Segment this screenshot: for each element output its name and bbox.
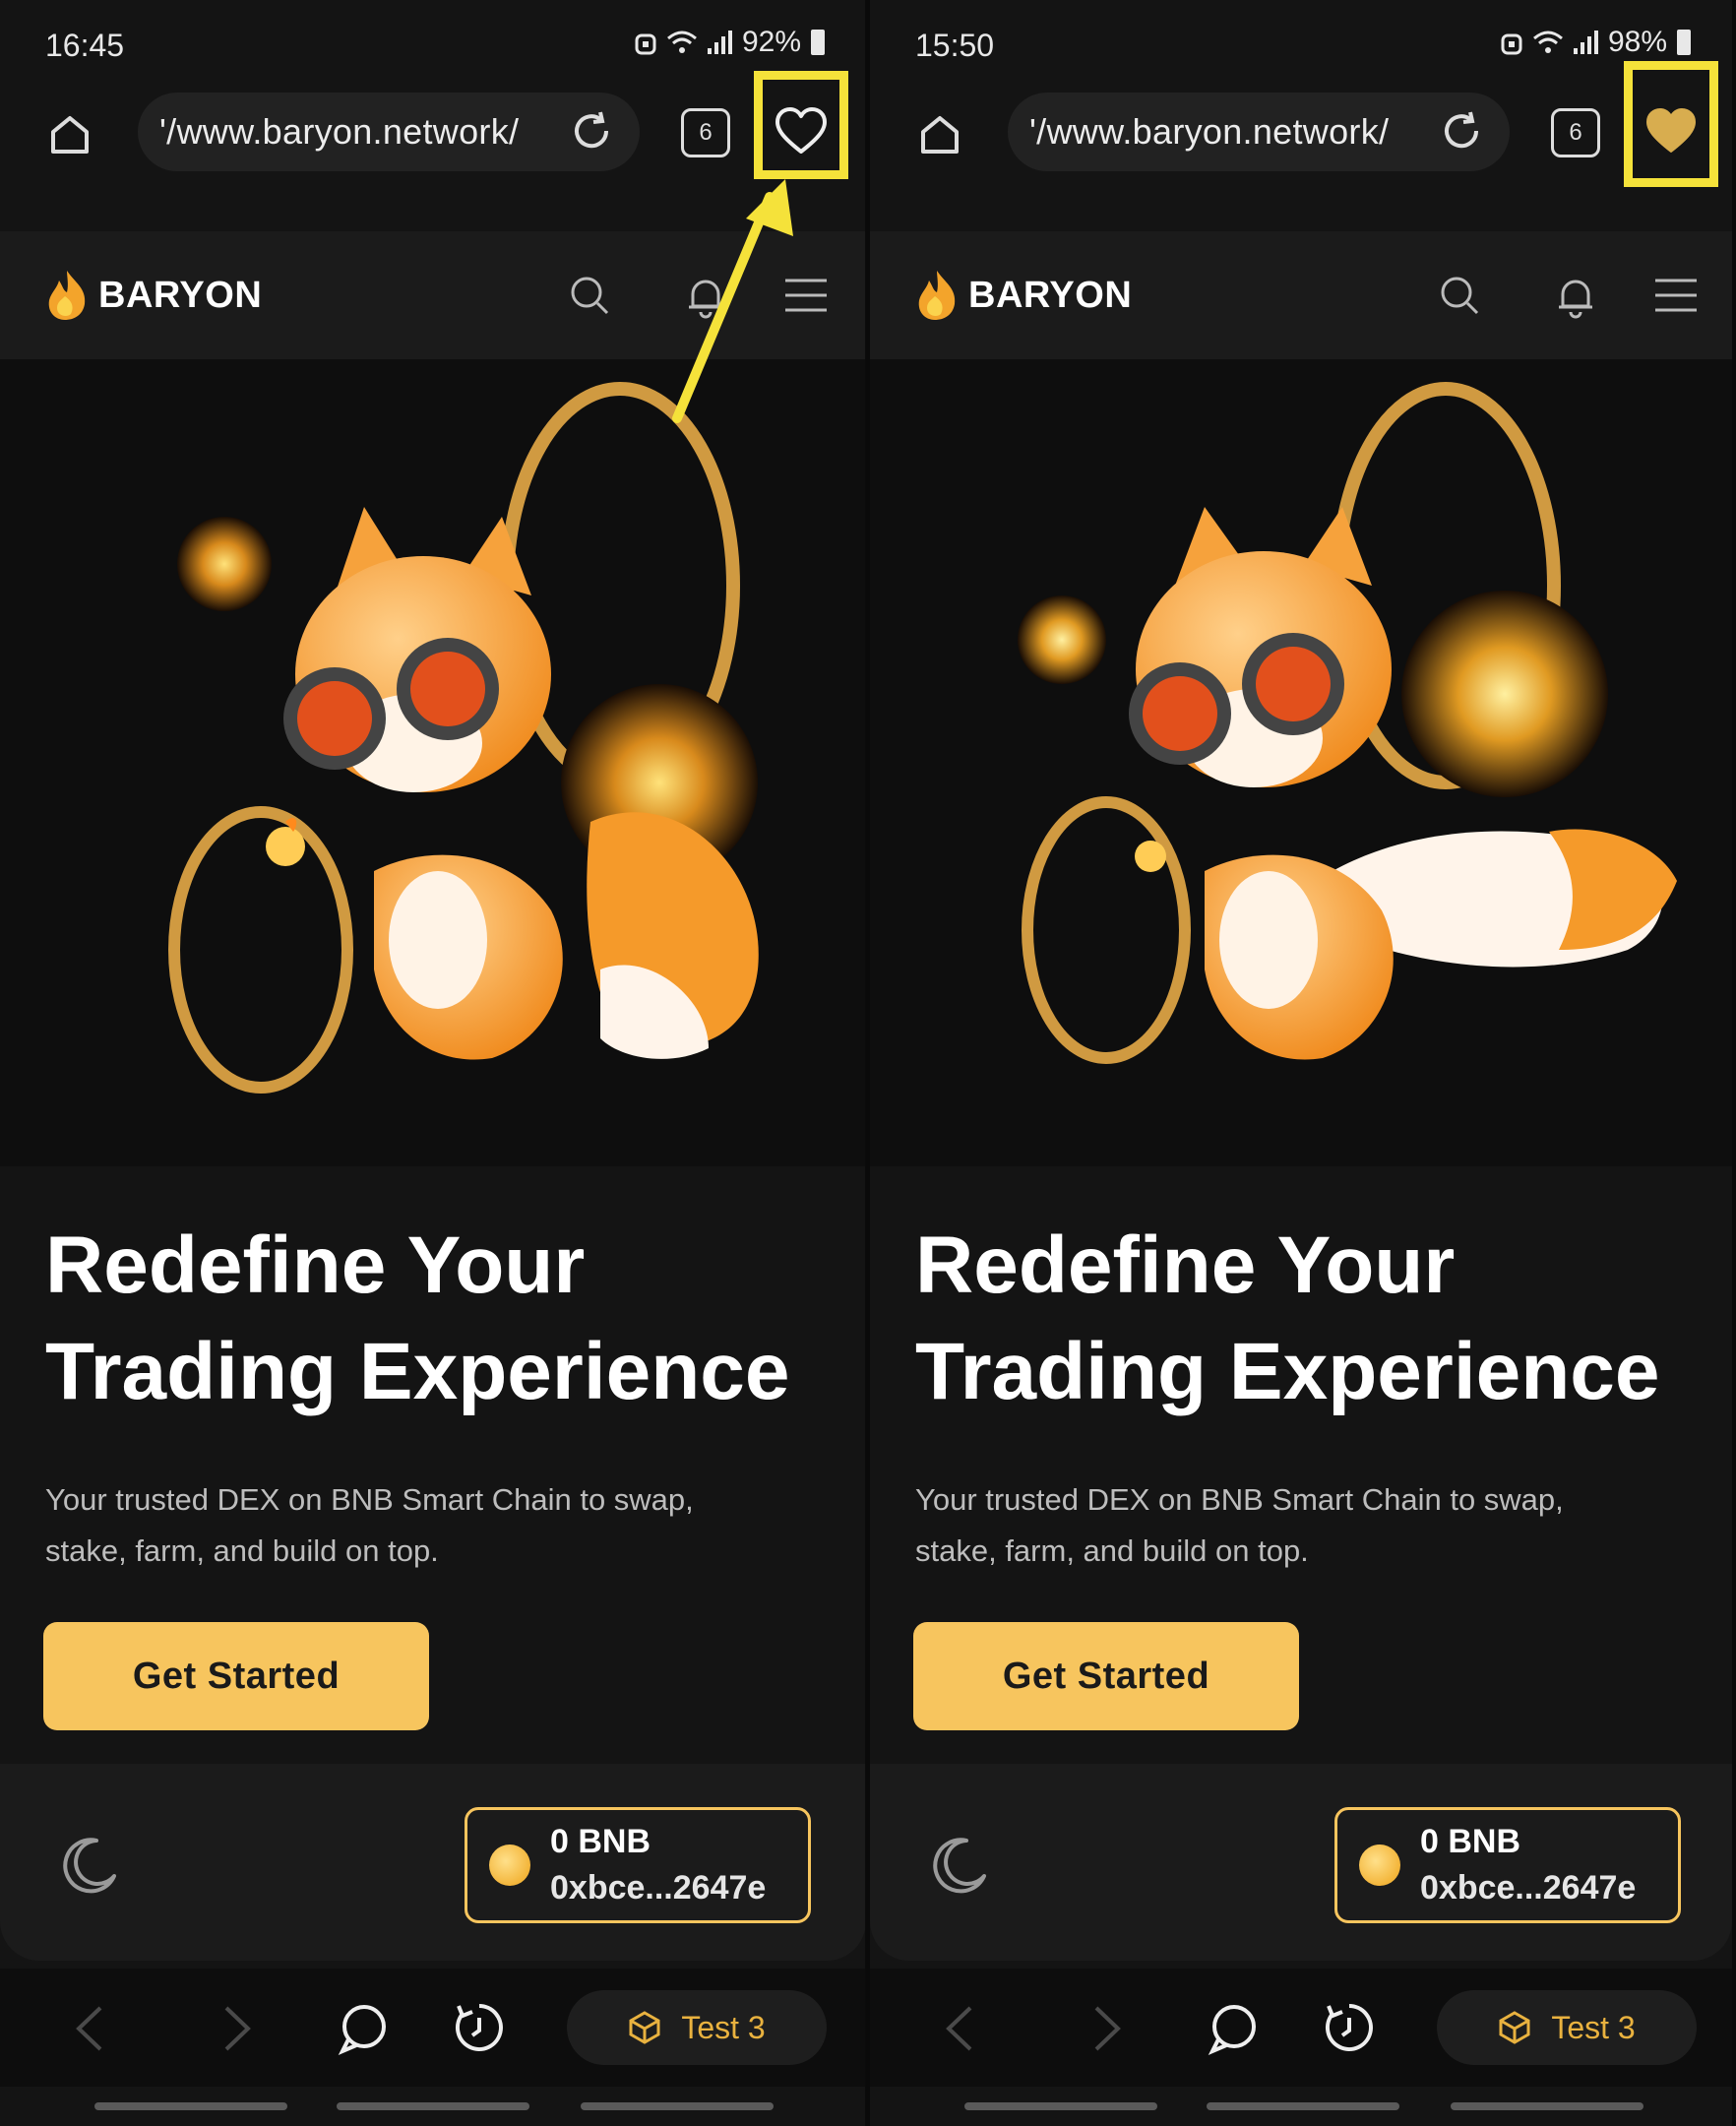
hero-headline: Redefine Your Trading Experience: [45, 1213, 852, 1425]
address-bar[interactable]: '/www.baryon.network/: [1008, 93, 1510, 171]
gesture-bar: [1207, 2102, 1399, 2110]
back-arrow-icon[interactable]: [935, 2000, 992, 2057]
site-footer-bar: 0 BNB 0xbce...2647e: [870, 1764, 1732, 1961]
chat-icon[interactable]: [335, 2000, 392, 2057]
hero-illustration: [870, 359, 1732, 1166]
subtext-line-1: Your trusted DEX on BNB Smart Chain to s…: [45, 1482, 694, 1517]
logo[interactable]: BARYON: [45, 269, 262, 322]
browser-toolbar: '/www.baryon.network/ 6: [870, 89, 1732, 236]
status-time: 15:50: [915, 28, 995, 63]
forward-arrow-icon[interactable]: [205, 2000, 262, 2057]
wallet-address: 0xbce...2647e: [1420, 1869, 1637, 1907]
flame-logo-icon: [48, 271, 86, 320]
tab-count: 6: [699, 119, 713, 146]
get-started-button[interactable]: Get Started: [43, 1622, 429, 1730]
home-icon[interactable]: [45, 110, 94, 159]
pointer-arrow-icon: [672, 179, 793, 423]
tab-switcher-button[interactable]: 6: [1551, 108, 1600, 157]
browser-bottom-nav: Test 3: [0, 1969, 866, 2087]
bnb-coin-icon: [1359, 1845, 1400, 1886]
chat-icon[interactable]: [1205, 2000, 1262, 2057]
battery-percent: 92%: [741, 26, 801, 58]
history-icon[interactable]: [451, 2000, 508, 2057]
url-text: '/www.baryon.network/: [159, 111, 520, 152]
battery-icon: [811, 30, 825, 55]
screen-before: 16:45 92% '/www.baryon.network/ 6 BARYON: [0, 0, 866, 2126]
flame-logo-icon: [918, 271, 956, 320]
profile-label: Test 3: [681, 2009, 766, 2045]
profile-button[interactable]: Test 3: [567, 1990, 827, 2065]
fox-mascot-illustration: [1018, 382, 1677, 1064]
back-arrow-icon[interactable]: [65, 2000, 122, 2057]
status-icons: 92%: [635, 26, 825, 59]
hero-subtext: Your trusted DEX on BNB Smart Chain to s…: [45, 1474, 833, 1577]
hero-subtext: Your trusted DEX on BNB Smart Chain to s…: [915, 1474, 1703, 1577]
status-bar: 15:50 98%: [870, 0, 1732, 89]
logo[interactable]: BARYON: [915, 269, 1132, 322]
screenshot-comparison: 16:45 92% '/www.baryon.network/ 6 BARYON: [0, 0, 1736, 2126]
fox-mascot-illustration: [168, 382, 759, 1094]
alarm-icon: [635, 33, 656, 55]
highlight-box: [754, 71, 848, 179]
subtext-line-2: stake, farm, and build on top.: [915, 1533, 1309, 1568]
status-time: 16:45: [45, 28, 125, 63]
site-header: BARYON: [870, 231, 1732, 359]
reload-icon[interactable]: [569, 108, 614, 154]
search-icon[interactable]: [1435, 271, 1484, 320]
address-bar[interactable]: '/www.baryon.network/: [138, 93, 640, 171]
cube-profile-icon: [629, 2011, 660, 2044]
gesture-bar: [581, 2102, 774, 2110]
wallet-button[interactable]: 0 BNB 0xbce...2647e: [1334, 1807, 1681, 1923]
wallet-button[interactable]: 0 BNB 0xbce...2647e: [465, 1807, 811, 1923]
menu-icon[interactable]: [1651, 271, 1701, 320]
headline-line-1: Redefine Your: [915, 1220, 1456, 1310]
headline-line-1: Redefine Your: [45, 1220, 586, 1310]
gesture-bar: [337, 2102, 529, 2110]
gesture-bar: [94, 2102, 287, 2110]
headline-line-2: Trading Experience: [45, 1327, 790, 1416]
status-icons: 98%: [1501, 26, 1691, 59]
profile-button[interactable]: Test 3: [1437, 1990, 1697, 2065]
hero-headline: Redefine Your Trading Experience: [915, 1213, 1722, 1425]
moon-icon[interactable]: [927, 1835, 990, 1898]
wallet-balance: 0 BNB: [1420, 1823, 1521, 1860]
battery-icon: [1677, 30, 1691, 55]
battery-percent: 98%: [1607, 26, 1667, 58]
alarm-icon: [1501, 33, 1522, 55]
wallet-address: 0xbce...2647e: [550, 1869, 767, 1907]
tab-switcher-button[interactable]: 6: [681, 108, 730, 157]
signal-icon: [1573, 31, 1598, 54]
history-icon[interactable]: [1321, 2000, 1378, 2057]
headline-line-2: Trading Experience: [915, 1327, 1660, 1416]
reload-icon[interactable]: [1439, 108, 1484, 154]
profile-label: Test 3: [1551, 2009, 1636, 2045]
bnb-coin-icon: [489, 1845, 530, 1886]
forward-arrow-icon[interactable]: [1075, 2000, 1132, 2057]
wifi-icon: [1532, 31, 1563, 53]
home-icon[interactable]: [915, 110, 964, 159]
wifi-icon: [666, 31, 697, 53]
logo-text: BARYON: [968, 274, 1133, 316]
url-text: '/www.baryon.network/: [1029, 111, 1390, 152]
tab-count: 6: [1569, 119, 1582, 146]
site-footer-bar: 0 BNB 0xbce...2647e: [0, 1764, 866, 1961]
cube-profile-icon: [1499, 2011, 1530, 2044]
search-icon[interactable]: [565, 271, 614, 320]
wallet-balance: 0 BNB: [550, 1823, 651, 1860]
highlight-box: [1624, 61, 1718, 187]
moon-icon[interactable]: [57, 1835, 120, 1898]
signal-icon: [707, 31, 732, 54]
gesture-bar: [1451, 2102, 1643, 2110]
get-started-button[interactable]: Get Started: [913, 1622, 1299, 1730]
logo-text: BARYON: [98, 274, 263, 316]
subtext-line-2: stake, farm, and build on top.: [45, 1533, 439, 1568]
screen-after: 15:50 98% '/www.baryon.network/ 6 BARYON: [866, 0, 1732, 2126]
status-bar: 16:45 92%: [0, 0, 866, 89]
bell-icon[interactable]: [1551, 271, 1600, 320]
hero-illustration: [0, 359, 866, 1166]
gesture-bar: [964, 2102, 1157, 2110]
subtext-line-1: Your trusted DEX on BNB Smart Chain to s…: [915, 1482, 1564, 1517]
browser-bottom-nav: Test 3: [870, 1969, 1732, 2087]
